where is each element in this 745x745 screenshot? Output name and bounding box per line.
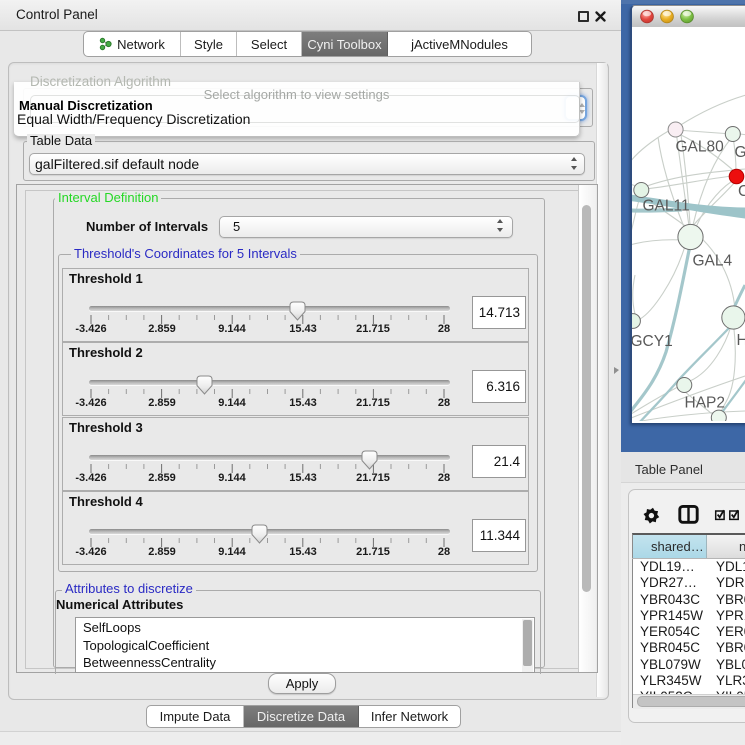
svg-text:HI: HI: [737, 332, 745, 349]
svg-text:GCY1: GCY1: [632, 333, 673, 350]
svg-text:HAP2: HAP2: [685, 395, 726, 412]
svg-text:GAL4: GAL4: [693, 253, 733, 270]
svg-text:GAL80: GAL80: [676, 139, 725, 156]
svg-text:C: C: [738, 183, 745, 200]
svg-text:GAL11: GAL11: [643, 198, 690, 215]
svg-text:GA: GA: [735, 144, 745, 161]
